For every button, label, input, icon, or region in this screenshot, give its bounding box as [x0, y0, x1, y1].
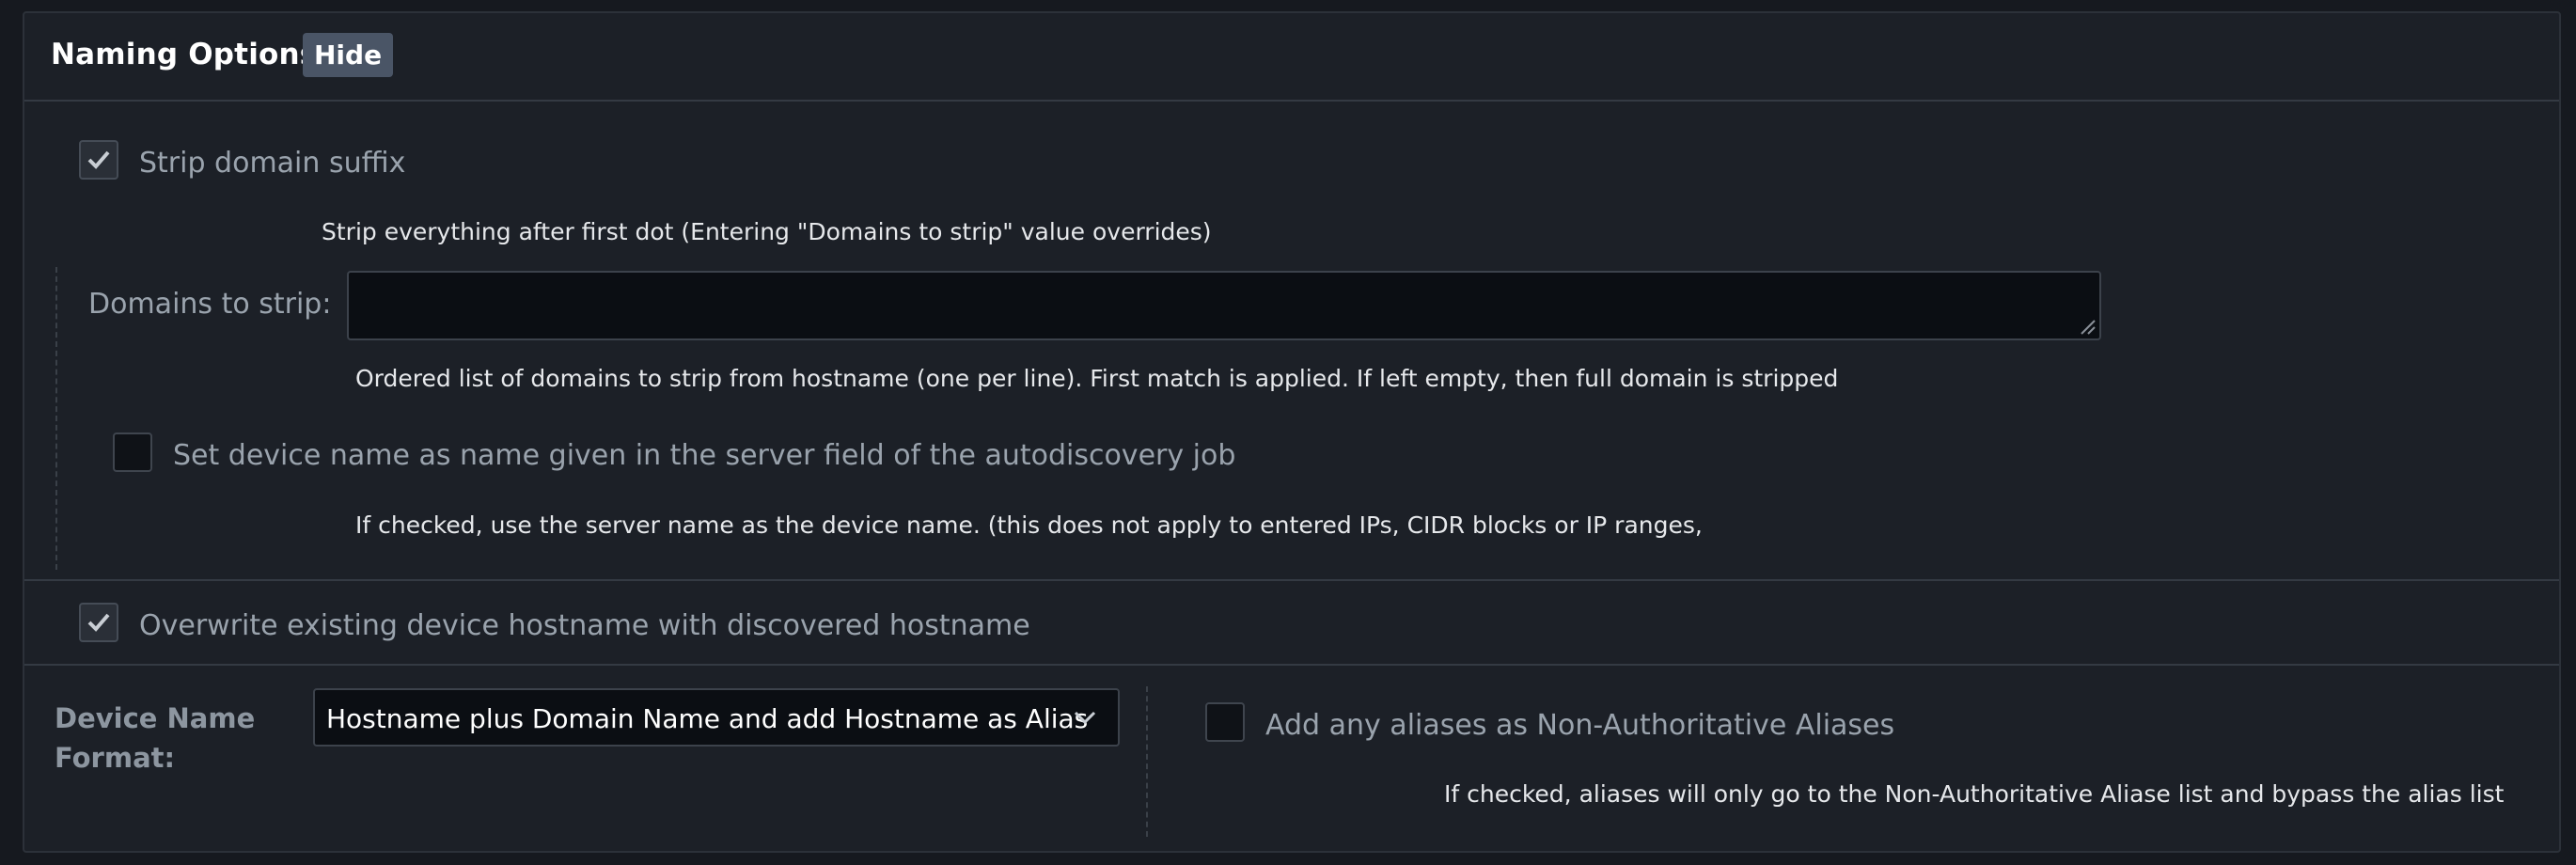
- strip-domain-help: Strip everything after first dot (Enteri…: [322, 218, 1212, 245]
- non-auth-aliases-checkbox[interactable]: [1205, 702, 1245, 742]
- non-auth-aliases-help: If checked, aliases will only go to the …: [1444, 780, 2505, 808]
- device-name-format-value: Hostname plus Domain Name and add Hostna…: [326, 703, 1089, 734]
- panel-title: Naming Options: [51, 38, 318, 71]
- device-name-format-select[interactable]: Hostname plus Domain Name and add Hostna…: [313, 688, 1120, 747]
- domains-to-strip-help: Ordered list of domains to strip from ho…: [355, 365, 1839, 392]
- naming-options-panel: Naming Options Hide Strip domain suffix …: [23, 11, 2561, 853]
- server-name-checkbox[interactable]: [113, 432, 152, 472]
- resize-handle-icon[interactable]: [2079, 318, 2096, 335]
- divider: [24, 579, 2559, 581]
- overwrite-hostname-label: Overwrite existing device hostname with …: [139, 609, 1030, 642]
- column-divider: [1146, 686, 1148, 837]
- server-name-help: If checked, use the server name as the d…: [355, 511, 1703, 539]
- domains-to-strip-label: Domains to strip:: [88, 288, 332, 321]
- overwrite-hostname-checkbox[interactable]: [79, 603, 118, 642]
- hide-button[interactable]: Hide: [303, 33, 394, 77]
- section-guide-line: [55, 267, 57, 570]
- strip-domain-checkbox[interactable]: [79, 140, 118, 180]
- strip-domain-label: Strip domain suffix: [139, 147, 406, 180]
- server-name-label: Set device name as name given in the ser…: [173, 439, 1236, 472]
- device-name-format-label-line2: Format:: [55, 742, 176, 774]
- chevron-down-icon: [1074, 711, 1096, 725]
- divider: [24, 664, 2559, 666]
- panel-header: Naming Options Hide: [24, 13, 2559, 102]
- non-auth-aliases-label: Add any aliases as Non-Authoritative Ali…: [1265, 709, 1895, 742]
- checkmark-icon: [87, 613, 110, 632]
- device-name-format-label-line1: Device Name: [55, 702, 256, 734]
- domains-to-strip-textarea[interactable]: [347, 271, 2101, 340]
- checkmark-icon: [87, 150, 110, 169]
